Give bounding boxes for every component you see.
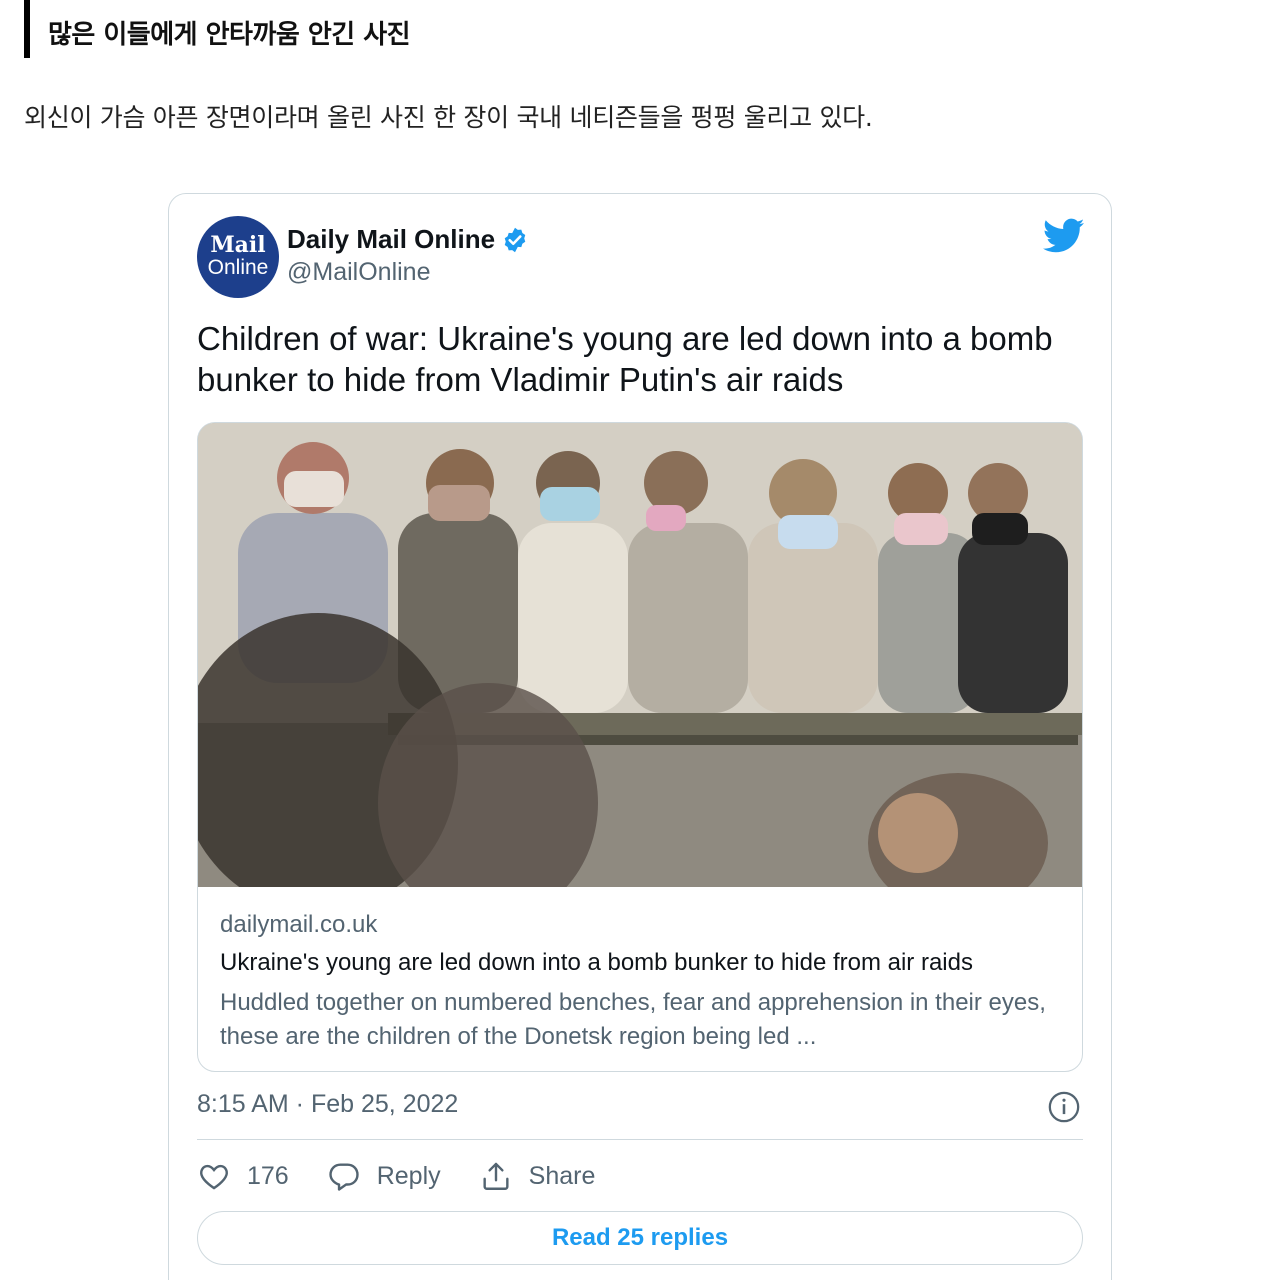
author-name-row[interactable]: Daily Mail Online (287, 224, 529, 255)
headline-accent-bar (24, 0, 30, 58)
avatar[interactable]: Mail Online (197, 216, 279, 298)
heart-icon (200, 1164, 228, 1190)
card-photo[interactable] (198, 423, 1083, 887)
like-button[interactable]: 176 (197, 1159, 289, 1193)
tweet-actions: 176 Reply Share (197, 1156, 633, 1196)
embedded-tweet[interactable]: Mail Online Daily Mail Online @MailOnlin… (168, 193, 1112, 1280)
verified-badge-icon (504, 227, 526, 252)
card-description: Huddled together on numbered benches, fe… (220, 989, 1046, 1050)
page: 많은 이들에게 안타까움 안긴 사진 외신이 가슴 아픈 장면이라며 올린 사진… (0, 0, 1280, 1280)
share-button[interactable]: Share (479, 1159, 596, 1193)
like-count: 176 (247, 1161, 289, 1190)
reply-icon (329, 1163, 359, 1191)
share-icon (483, 1162, 509, 1190)
read-replies-button[interactable]: Read 25 replies (197, 1211, 1083, 1265)
author-name[interactable]: Daily Mail Online (287, 224, 495, 255)
card-title[interactable]: Ukraine's young are led down into a bomb… (220, 949, 1070, 977)
article-headline: 많은 이들에게 안타까움 안긴 사진 (48, 20, 411, 50)
author-handle[interactable]: @MailOnline (287, 258, 430, 287)
tweet-timestamp[interactable]: 8:15 AM · Feb 25, 2022 (197, 1090, 458, 1119)
article-lede: 외신이 가슴 아픈 장면이라며 올린 사진 한 장이 국내 네티즌들을 펑펑 울… (24, 103, 873, 132)
twitter-bird-icon[interactable] (1043, 218, 1085, 254)
link-card[interactable]: dailymail.co.uk Ukraine's young are led … (197, 422, 1083, 1072)
info-icon[interactable] (1047, 1090, 1081, 1124)
reply-button[interactable]: Reply (327, 1159, 441, 1193)
tweet-text: Children of war: Ukraine's young are led… (197, 320, 1053, 398)
divider (197, 1139, 1083, 1140)
reply-label: Reply (376, 1161, 441, 1190)
card-domain[interactable]: dailymail.co.uk (220, 911, 377, 939)
avatar-line2: Online (207, 256, 269, 279)
avatar-line1: Mail (210, 232, 266, 258)
share-label: Share (528, 1161, 596, 1190)
